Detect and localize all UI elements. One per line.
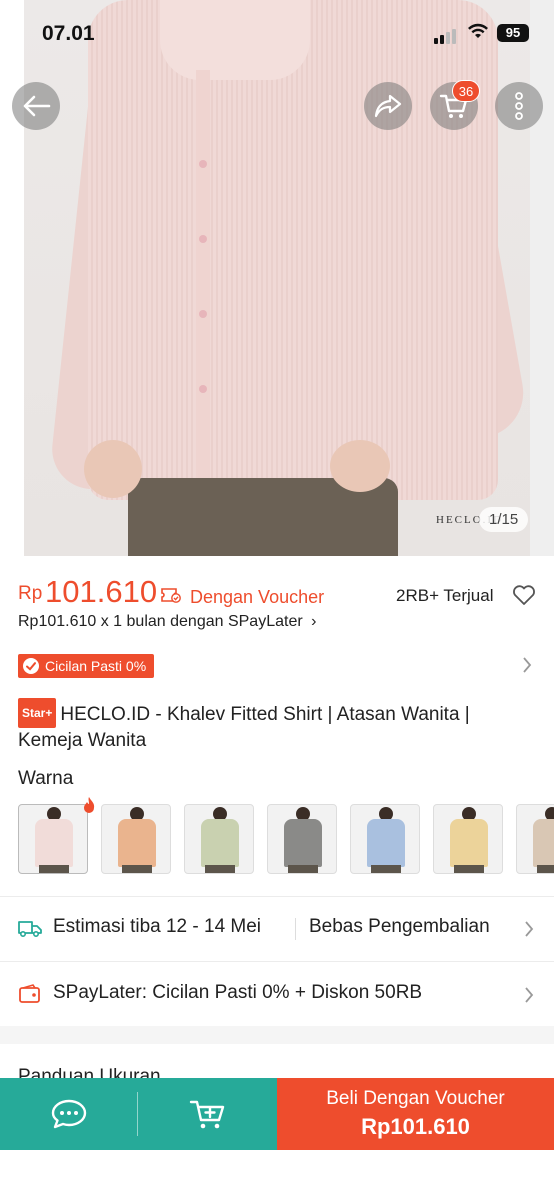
- bottom-action-bar: Beli Dengan Voucher Rp101.610: [0, 1078, 554, 1150]
- shirt-button: [199, 160, 207, 168]
- voucher-icon: [161, 588, 181, 603]
- divider: [0, 961, 554, 962]
- share-icon: [374, 94, 402, 118]
- row-separator: [295, 918, 296, 940]
- share-button[interactable]: [364, 82, 412, 130]
- more-vertical-icon: [515, 92, 523, 120]
- shirt-button: [199, 385, 207, 393]
- variant-swatch[interactable]: [184, 804, 254, 874]
- battery-indicator: 95: [497, 24, 529, 42]
- star-plus-badge: Star+: [18, 698, 57, 728]
- price-row: Rp 101.610 Dengan Voucher 2RB+ Terjual: [18, 574, 538, 614]
- status-time: 07.01: [42, 22, 95, 45]
- shipping-row[interactable]: Estimasi tiba 12 - 14 Mei Bebas Pengemba…: [18, 908, 538, 948]
- shirt-body: [88, 0, 498, 500]
- check-badge-icon: [23, 658, 39, 674]
- paylater-wallet-icon: [19, 984, 40, 1003]
- variant-label: Warna: [18, 768, 74, 789]
- back-button[interactable]: [12, 82, 60, 130]
- chevron-right-icon: ›: [311, 613, 317, 630]
- sold-count: 2RB+ Terjual: [396, 586, 494, 605]
- variant-swatch[interactable]: [433, 804, 503, 874]
- cicilan-badge-label: Cicilan Pasti 0%: [45, 658, 147, 674]
- fire-icon: [84, 797, 95, 813]
- buy-button-label: Beli Dengan Voucher: [326, 1088, 505, 1109]
- variant-swatch[interactable]: [267, 804, 337, 874]
- cicilan-badge: Cicilan Pasti 0%: [18, 654, 155, 678]
- model-hand: [84, 440, 142, 498]
- paylater-installment-link[interactable]: Rp101.610 x 1 bulan dengan SPayLater ›: [18, 613, 316, 631]
- product-title-text: HECLO.ID - Khalev Fitted Shirt | Atasan …: [18, 704, 470, 751]
- image-counter: 1/15: [479, 507, 529, 532]
- add-to-cart-button[interactable]: [138, 1078, 277, 1150]
- status-bar: 07.01 95: [0, 0, 554, 66]
- chat-button[interactable]: [0, 1078, 138, 1150]
- variant-swatch[interactable]: [101, 804, 171, 874]
- delivery-estimate: Estimasi tiba 12 - 14 Mei: [53, 916, 262, 937]
- paylater-installment-text: Rp101.610 x 1 bulan dengan SPayLater: [18, 613, 303, 630]
- wifi-icon: [468, 23, 488, 38]
- price-amount: 101.610: [45, 574, 158, 609]
- add-to-cart-icon: [189, 1100, 224, 1129]
- shirt-placket: [196, 70, 210, 500]
- shirt-button: [199, 310, 207, 318]
- buy-with-voucher-button[interactable]: Beli Dengan Voucher Rp101.610: [277, 1078, 554, 1150]
- chevron-right-icon: [525, 921, 534, 937]
- voucher-label[interactable]: Dengan Voucher: [190, 587, 324, 608]
- chat-icon: [51, 1099, 87, 1129]
- spaylater-promo-row[interactable]: SPayLater: Cicilan Pasti 0% + Diskon 50R…: [18, 974, 538, 1014]
- signal-icon: [434, 26, 458, 44]
- divider: [0, 896, 554, 897]
- buy-button-price: Rp101.610: [361, 1114, 470, 1139]
- shirt-button: [199, 235, 207, 243]
- section-separator: [0, 1026, 554, 1044]
- more-options-button[interactable]: [495, 82, 543, 130]
- truck-icon: [18, 921, 42, 938]
- free-returns-label: Bebas Pengembalian: [309, 916, 490, 937]
- variant-swatch[interactable]: [350, 804, 420, 874]
- variant-swatch[interactable]: [516, 804, 554, 874]
- chevron-right-icon: [523, 657, 532, 673]
- variant-swatch-list: [18, 804, 554, 874]
- product-title: Star+ HECLO.ID - Khalev Fitted Shirt | At…: [18, 698, 538, 754]
- cart-count-badge: 36: [452, 80, 480, 102]
- heart-icon[interactable]: [512, 584, 536, 606]
- price-currency: Rp: [18, 583, 43, 604]
- arrow-left-icon: [23, 95, 51, 117]
- spaylater-promo-text: SPayLater: Cicilan Pasti 0% + Diskon 50R…: [53, 982, 423, 1003]
- variant-swatch[interactable]: [18, 804, 88, 874]
- model-hand: [330, 440, 390, 492]
- cicilan-row[interactable]: Cicilan Pasti 0%: [18, 654, 538, 680]
- chevron-right-icon: [525, 987, 534, 1003]
